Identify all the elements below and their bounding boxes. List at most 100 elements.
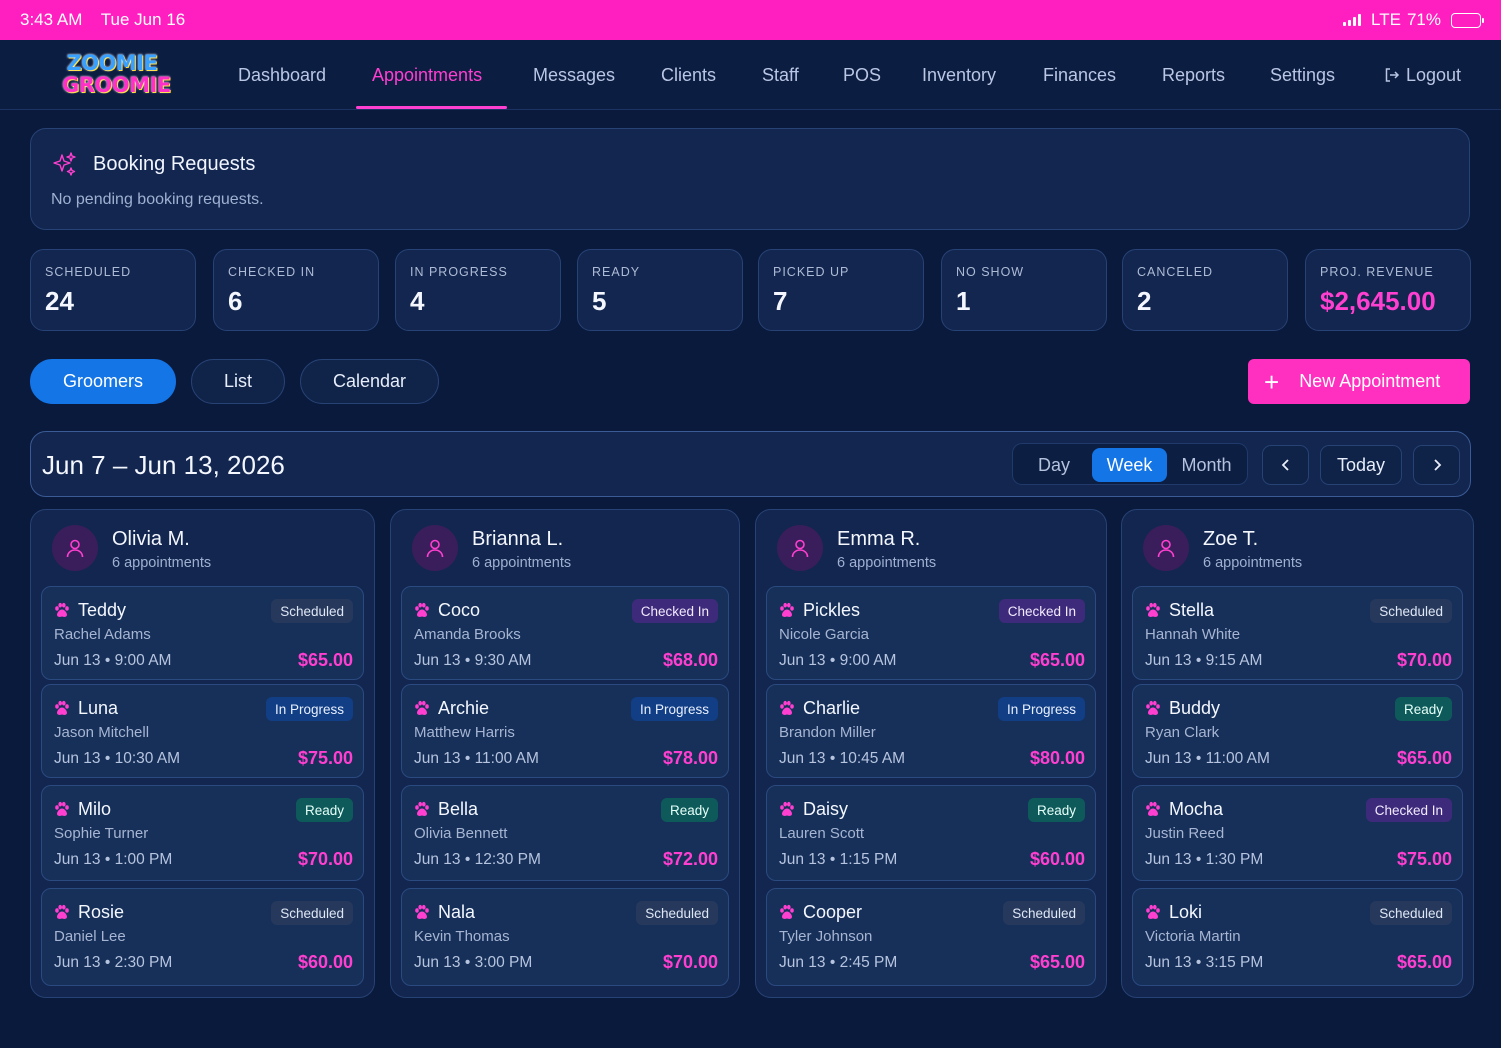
appointment-card[interactable]: Nala Scheduled Kevin Thomas Jun 13 • 3:0… bbox=[401, 888, 729, 986]
nav-dashboard[interactable]: Dashboard bbox=[238, 40, 326, 110]
appointment-card[interactable]: Archie In Progress Matthew Harris Jun 13… bbox=[401, 684, 729, 778]
stat-scheduled[interactable]: SCHEDULED 24 bbox=[30, 249, 196, 331]
pet-name: Stella bbox=[1169, 600, 1215, 620]
pet-name: Archie bbox=[438, 698, 490, 718]
stat-no-show[interactable]: NO SHOW 1 bbox=[941, 249, 1107, 331]
pet-name: Coco bbox=[438, 600, 481, 620]
status-badge: Checked In bbox=[998, 599, 1085, 623]
stat-projected-revenue[interactable]: PROJ. REVENUE $2,645.00 bbox=[1305, 249, 1471, 331]
owner-name: Hannah White bbox=[1145, 626, 1241, 643]
next-week-button[interactable] bbox=[1413, 445, 1460, 485]
pet-name: Milo bbox=[78, 799, 112, 819]
stat-checked-in[interactable]: CHECKED IN 6 bbox=[213, 249, 379, 331]
groomer-avatar bbox=[777, 525, 823, 571]
stat-value: 4 bbox=[410, 286, 425, 316]
stat-picked-up[interactable]: PICKED UP 7 bbox=[758, 249, 924, 331]
paw-icon bbox=[415, 700, 429, 715]
appointment-card[interactable]: Loki Scheduled Victoria Martin Jun 13 • … bbox=[1132, 888, 1463, 986]
logout-button[interactable]: Logout bbox=[1384, 40, 1461, 110]
booking-requests-message: No pending booking requests. bbox=[51, 191, 264, 208]
appointment-card[interactable]: Cooper Scheduled Tyler Johnson Jun 13 • … bbox=[766, 888, 1096, 986]
appointment-price: $80.00 bbox=[1029, 748, 1085, 768]
stat-value: 5 bbox=[592, 286, 607, 316]
groomer-avatar bbox=[52, 525, 98, 571]
stat-canceled[interactable]: CANCELED 2 bbox=[1122, 249, 1288, 331]
user-icon bbox=[1157, 539, 1175, 558]
appointment-card[interactable]: Pickles Checked In Nicole Garcia Jun 13 … bbox=[766, 586, 1096, 680]
status-badge: Scheduled bbox=[636, 901, 718, 925]
paw-icon bbox=[55, 904, 69, 919]
appointment-card[interactable]: Bella Ready Olivia Bennett Jun 13 • 12:3… bbox=[401, 785, 729, 881]
nav-inventory[interactable]: Inventory bbox=[922, 40, 996, 110]
status-badge: Scheduled bbox=[1003, 901, 1085, 925]
nav-appointments[interactable]: Appointments bbox=[372, 40, 482, 110]
zoomie-groomie-logo[interactable]: ZOOMIE GROOMIE bbox=[62, 52, 171, 102]
nav-clients[interactable]: Clients bbox=[661, 40, 716, 110]
mode-month[interactable]: Month bbox=[1168, 448, 1245, 482]
appointment-card[interactable]: Stella Scheduled Hannah White Jun 13 • 9… bbox=[1132, 586, 1463, 680]
nav-settings[interactable]: Settings bbox=[1270, 40, 1335, 110]
tab-list[interactable]: List bbox=[191, 359, 285, 404]
user-icon bbox=[791, 539, 809, 558]
pet-name: Mocha bbox=[1169, 799, 1224, 819]
appointment-price: $70.00 bbox=[297, 849, 353, 869]
stat-ready[interactable]: READY 5 bbox=[577, 249, 743, 331]
active-tab-indicator bbox=[356, 106, 507, 109]
stat-value: 7 bbox=[773, 286, 788, 316]
mode-day[interactable]: Day bbox=[1017, 448, 1091, 482]
stat-label: CANCELED bbox=[1137, 265, 1214, 279]
status-bar: 3:43 AM Tue Jun 16 LTE 71% bbox=[0, 0, 1501, 40]
tab-groomers[interactable]: Groomers bbox=[30, 359, 176, 404]
status-badge: Scheduled bbox=[271, 599, 353, 623]
status-badge: In Progress bbox=[997, 697, 1085, 721]
user-icon bbox=[426, 539, 444, 558]
status-badge: Checked In bbox=[631, 599, 718, 623]
appointment-price: $70.00 bbox=[1396, 650, 1452, 670]
owner-name: Victoria Martin bbox=[1145, 928, 1241, 945]
appointment-time: Jun 13 • 3:00 PM bbox=[414, 954, 533, 971]
tab-calendar[interactable]: Calendar bbox=[300, 359, 439, 404]
appointment-card[interactable]: Milo Ready Sophie Turner Jun 13 • 1:00 P… bbox=[41, 785, 364, 881]
status-badge: Ready bbox=[1394, 697, 1452, 721]
appointment-price: $72.00 bbox=[662, 849, 718, 869]
today-button[interactable]: Today bbox=[1320, 445, 1402, 485]
paw-icon bbox=[415, 904, 429, 919]
pet-name: Nala bbox=[438, 902, 476, 922]
status-badge: In Progress bbox=[265, 697, 353, 721]
appointment-card[interactable]: Buddy Ready Ryan Clark Jun 13 • 11:00 AM… bbox=[1132, 684, 1463, 778]
status-badge: Ready bbox=[1027, 798, 1085, 822]
date-range-title: Jun 7 – Jun 13, 2026 bbox=[42, 450, 285, 480]
owner-name: Lauren Scott bbox=[779, 825, 865, 842]
nav-reports[interactable]: Reports bbox=[1162, 40, 1225, 110]
appointment-card[interactable]: Charlie In Progress Brandon Miller Jun 1… bbox=[766, 684, 1096, 778]
nav-staff[interactable]: Staff bbox=[762, 40, 799, 110]
stat-in-progress[interactable]: IN PROGRESS 4 bbox=[395, 249, 561, 331]
battery-label: 71% bbox=[1406, 10, 1441, 29]
nav-finances[interactable]: Finances bbox=[1043, 40, 1116, 110]
appointment-price: $65.00 bbox=[1396, 748, 1452, 768]
groomer-name: Emma R. bbox=[837, 528, 921, 550]
appointment-time: Jun 13 • 1:30 PM bbox=[1145, 851, 1264, 868]
new-appointment-button[interactable]: + New Appointment bbox=[1248, 359, 1470, 404]
mode-week[interactable]: Week bbox=[1092, 448, 1167, 482]
appointment-card[interactable]: Luna In Progress Jason Mitchell Jun 13 •… bbox=[41, 684, 364, 778]
pet-name: Pickles bbox=[803, 600, 861, 620]
paw-icon bbox=[1146, 904, 1160, 919]
nav-pos[interactable]: POS bbox=[843, 40, 881, 110]
paw-icon bbox=[1146, 801, 1160, 816]
stat-label: PROJ. REVENUE bbox=[1320, 265, 1434, 279]
owner-name: Tyler Johnson bbox=[779, 928, 873, 945]
appointment-card[interactable]: Coco Checked In Amanda Brooks Jun 13 • 9… bbox=[401, 586, 729, 680]
nav-messages[interactable]: Messages bbox=[533, 40, 615, 110]
prev-week-button[interactable] bbox=[1262, 445, 1309, 485]
paw-icon bbox=[55, 801, 69, 816]
status-badge: Ready bbox=[660, 798, 718, 822]
appointment-card[interactable]: Mocha Checked In Justin Reed Jun 13 • 1:… bbox=[1132, 785, 1463, 881]
appointment-card[interactable]: Teddy Scheduled Rachel Adams Jun 13 • 9:… bbox=[41, 586, 364, 680]
logout-icon bbox=[1385, 68, 1400, 82]
paw-icon bbox=[415, 602, 429, 617]
top-navbar: ZOOMIE GROOMIE Dashboard Appointments Me… bbox=[0, 40, 1501, 110]
appointment-card[interactable]: Rosie Scheduled Daniel Lee Jun 13 • 2:30… bbox=[41, 888, 364, 986]
appointment-card[interactable]: Daisy Ready Lauren Scott Jun 13 • 1:15 P… bbox=[766, 785, 1096, 881]
appointment-time: Jun 13 • 10:30 AM bbox=[54, 750, 181, 767]
